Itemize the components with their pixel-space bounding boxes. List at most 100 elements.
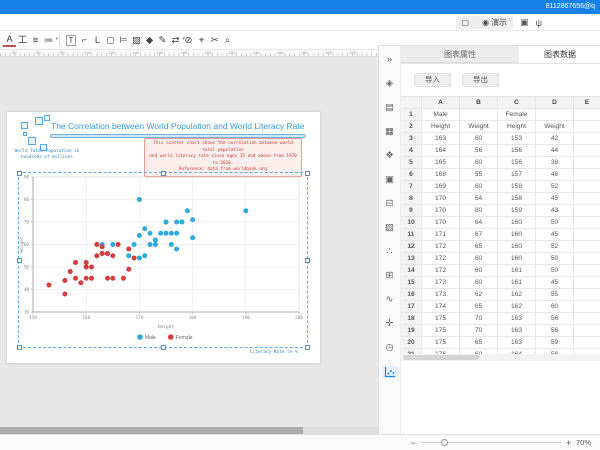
selection-handle[interactable] [305,171,310,176]
table-cell[interactable]: 175 [422,337,460,349]
table-cell[interactable]: 156 [498,157,536,169]
table-cell[interactable] [574,253,600,265]
table-cell[interactable]: Weight [536,121,574,133]
pages-icon[interactable]: ⊞ [382,270,398,282]
column-header[interactable]: B [460,97,498,109]
table-cell[interactable] [574,121,600,133]
table-cell[interactable] [574,325,600,337]
page-style-icon[interactable]: ▤ [382,102,398,114]
table-cell[interactable]: 67 [460,229,498,241]
table-cell[interactable]: 162 [498,301,536,313]
table-cell[interactable]: 48 [536,169,574,181]
table-cell[interactable]: 60 [460,157,498,169]
table-cell[interactable]: Weight [460,121,498,133]
table-cell[interactable]: 174 [422,301,460,313]
row-header[interactable]: 17 [401,301,422,313]
table-cell[interactable]: 64 [460,217,498,229]
table-cell[interactable]: 38 [536,157,574,169]
table-cell[interactable]: 163 [498,313,536,325]
table-cell[interactable]: 163 [498,325,536,337]
table-cell[interactable]: 56 [460,145,498,157]
table-cell[interactable]: 157 [498,169,536,181]
table-cell[interactable]: 65 [460,337,498,349]
selection-handle[interactable] [17,258,22,263]
selection-handle[interactable] [305,345,310,350]
table-cell[interactable]: 172 [422,253,460,265]
table-cell[interactable]: 153 [498,133,536,145]
table-cell[interactable] [574,241,600,253]
scrollbar-thumb[interactable] [0,427,303,434]
decor-square-shape[interactable] [23,132,27,136]
collapse-panel-icon[interactable]: » [382,54,398,66]
table-cell[interactable] [574,181,600,193]
zoom-in-button[interactable]: + [566,438,571,448]
tab-chart-properties[interactable]: 图表属性 [401,46,519,63]
row-header[interactable]: 19 [401,325,422,337]
column-header[interactable]: A [422,97,460,109]
decor-square-shape[interactable] [44,115,50,121]
table-cell[interactable]: 56 [536,325,574,337]
table-cell[interactable]: 43 [536,205,574,217]
table-cell[interactable]: 59 [536,337,574,349]
table-cell[interactable]: 172 [422,265,460,277]
decor-square-shape[interactable] [21,122,28,129]
presenter-view-button[interactable]: ▢ [456,16,476,29]
selection-handle[interactable] [17,171,22,176]
row-header[interactable]: 7 [401,181,422,193]
table-cell[interactable]: 45 [536,277,574,289]
table-cell[interactable]: 70 [460,325,498,337]
mic-icon[interactable]: ψ [536,18,542,28]
table-cell[interactable] [574,145,600,157]
table-horizontal-scrollbar[interactable] [401,354,600,361]
table-cell[interactable]: 55 [536,289,574,301]
column-header[interactable]: E [574,97,600,109]
save-icon[interactable]: ▣ [520,17,529,28]
arrow-style-icon[interactable]: ⇄▾ [169,34,182,47]
table-cell[interactable]: 164 [422,145,460,157]
pen-icon[interactable]: ✎ [156,34,169,47]
text-box-icon[interactable]: T [66,35,76,46]
table-cell[interactable] [574,193,600,205]
table-cell[interactable]: 159 [498,205,536,217]
import-button[interactable]: 导入 [414,73,451,87]
decor-square-shape[interactable] [28,137,36,145]
table-cell[interactable]: 80 [460,205,498,217]
table-cell[interactable]: 161 [498,265,536,277]
align-shape-icon[interactable]: ⊨ [117,34,130,47]
selection-handle[interactable] [161,171,166,176]
present-button[interactable]: ◉ 演示 [476,16,513,29]
table-cell[interactable]: Height [498,121,536,133]
table-cell[interactable]: 173 [422,289,460,301]
table-cell[interactable]: 60 [460,253,498,265]
diagram-title-text[interactable]: The Correlation between World Population… [51,121,304,131]
column-header[interactable]: C [498,97,536,109]
row-header[interactable]: 3 [401,133,422,145]
x-axis-note-text[interactable]: Literacy Rate in % [250,350,298,355]
zoom-out-button[interactable]: − [410,438,415,448]
account-email[interactable]: 8112867656@q [546,3,595,10]
text-effect-icon[interactable]: 工 [16,34,29,47]
data-icon[interactable]: ⊟ [382,198,398,210]
row-header[interactable]: 14 [401,265,422,277]
row-header[interactable]: 5 [401,157,422,169]
table-cell[interactable]: 50 [536,253,574,265]
frame-icon[interactable]: ▣ [382,174,398,186]
table-cell[interactable]: 160 [498,217,536,229]
layers-icon[interactable]: ❖ [382,150,398,162]
table-cell[interactable]: 175 [422,313,460,325]
shape-icon[interactable]: ◻ [104,34,117,47]
row-header[interactable]: 15 [401,277,422,289]
zoom-slider-knob[interactable] [441,439,448,446]
row-header[interactable]: 1 [401,109,422,121]
table-cell[interactable] [574,205,600,217]
table-cell[interactable] [574,157,600,169]
table-cell[interactable] [574,301,600,313]
table-cell[interactable]: 54 [460,193,498,205]
table-cell[interactable]: 163 [498,337,536,349]
row-header[interactable]: 11 [401,229,422,241]
selection-handle[interactable] [17,345,22,350]
selection-handle[interactable] [161,345,166,350]
table-cell[interactable]: 52 [536,241,574,253]
list-style-icon[interactable]: ≔▾ [42,34,55,47]
table-cell[interactable]: 44 [536,145,574,157]
